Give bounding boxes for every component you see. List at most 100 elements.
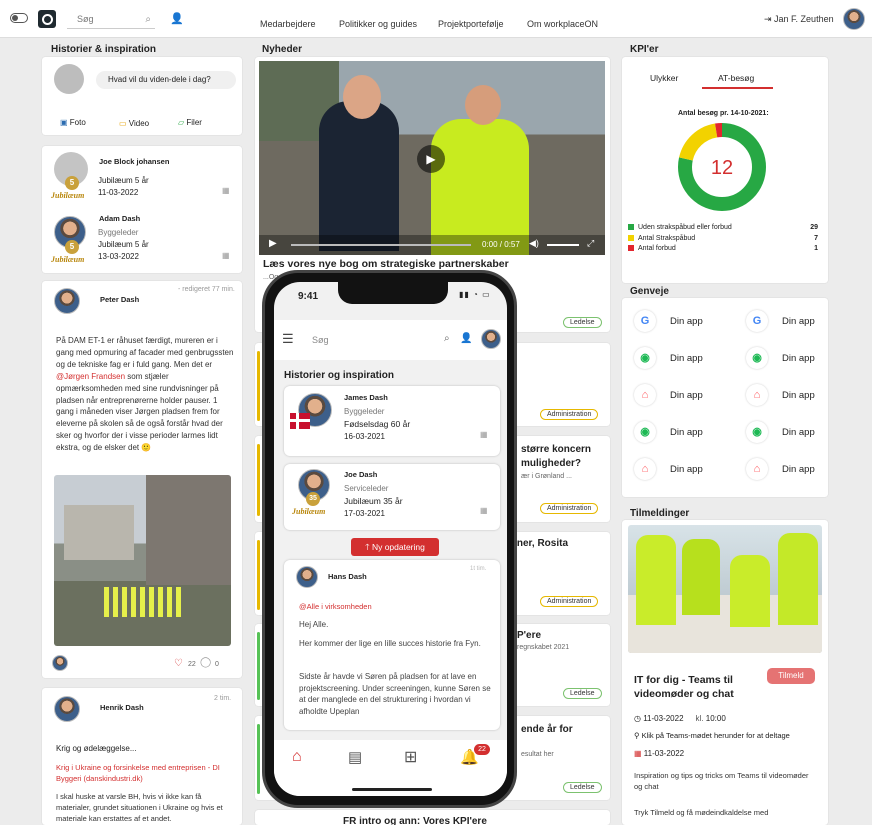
- shortcut-airbnb[interactable]: ⌂ Din app: [746, 458, 836, 482]
- play-control-icon[interactable]: ▶: [269, 238, 277, 249]
- nav-om-workplaceon[interactable]: Om workplaceON: [527, 19, 598, 29]
- comment-icon[interactable]: ◯: [200, 657, 211, 668]
- shortcut-airbnb[interactable]: ⌂ Din app: [746, 384, 836, 408]
- person-role: Serviceleder: [344, 484, 389, 493]
- shortcut-airbnb[interactable]: ⌂ Din app: [634, 458, 724, 482]
- signup-button[interactable]: Tilmeld: [767, 668, 815, 684]
- news-headline[interactable]: P'ere: [517, 630, 541, 641]
- fullscreen-icon[interactable]: ⤢: [587, 238, 594, 249]
- post-card: Henrik Dash 2 tim. Krig og ødelæggelse..…: [42, 688, 242, 825]
- menu-icon[interactable]: ☰: [282, 331, 294, 347]
- airbnb-icon: ⌂: [746, 458, 768, 480]
- phone-notch: [338, 282, 448, 304]
- person-name[interactable]: James Dash: [344, 393, 388, 402]
- grid-icon[interactable]: ▦: [480, 506, 488, 515]
- new-update-button[interactable]: 🡑 Ny opdatering: [351, 538, 439, 556]
- video-progress[interactable]: [291, 244, 471, 246]
- heart-icon[interactable]: ♡: [174, 658, 183, 669]
- nav-medarbejdere[interactable]: Medarbejdere: [260, 19, 316, 29]
- volume-icon[interactable]: ◀): [529, 238, 539, 249]
- files-button[interactable]: ▱ Filer: [178, 118, 202, 127]
- post-author[interactable]: Peter Dash: [100, 295, 139, 304]
- donut-value: 12: [711, 157, 733, 179]
- post-author[interactable]: Henrik Dash: [100, 703, 144, 712]
- category-badge[interactable]: Ledelse: [563, 782, 602, 793]
- composer-input[interactable]: Hvad vil du viden-dele i dag?: [96, 71, 236, 89]
- shortcut-spotify[interactable]: ◉ Din app: [746, 347, 836, 371]
- phone-search-input[interactable]: Søg: [312, 335, 329, 345]
- shortcut-airbnb[interactable]: ⌂ Din app: [634, 384, 724, 408]
- post-author[interactable]: Hans Dash: [328, 572, 367, 581]
- post-text: Hej Alle.: [299, 620, 329, 629]
- jubilee-date: 13-03-2022: [98, 252, 139, 261]
- news-headline[interactable]: større koncern muligheder?: [521, 443, 591, 471]
- news-headline[interactable]: Læs vores nye bog om strategiske partner…: [263, 258, 509, 270]
- phone-avatar[interactable]: [481, 329, 501, 349]
- nav-projektportefolje[interactable]: Projektportefølje: [438, 19, 504, 29]
- person-name[interactable]: Joe Block johansen: [99, 157, 169, 166]
- building-shape: [146, 475, 231, 585]
- grid-icon[interactable]: ▦: [222, 251, 230, 260]
- mention-link[interactable]: @Alle i virksomheden: [299, 602, 372, 611]
- shortcut-label: Din app: [782, 464, 815, 475]
- mention-link[interactable]: @Jørgen Frandsen: [56, 372, 125, 381]
- top-bar: Søg ⌕ 👤 Medarbejdere Politikker og guides…: [0, 0, 872, 38]
- grid-icon[interactable]: ▦: [480, 430, 488, 439]
- news-headline[interactable]: FR intro og ann: Vores KPI'ere: [343, 816, 487, 825]
- category-badge[interactable]: Administration: [540, 596, 599, 607]
- category-badge[interactable]: Ledelse: [563, 688, 602, 699]
- video-button[interactable]: ▭ Video: [119, 119, 149, 128]
- search-input[interactable]: Søg ⌕: [67, 11, 155, 29]
- donut-legend: Uden strakspåbud eller forbud 29 Antal St…: [628, 223, 818, 255]
- person-name[interactable]: Joe Dash: [344, 470, 377, 479]
- user-menu[interactable]: ⇥ Jan F. Zeuthen: [764, 14, 834, 25]
- tab-ulykker[interactable]: Ulykker: [650, 73, 678, 83]
- news-title: Nyheder: [262, 44, 303, 55]
- spotify-icon: ◉: [746, 347, 768, 369]
- event-image[interactable]: [628, 525, 822, 653]
- volume-slider[interactable]: [547, 244, 579, 246]
- phone-mockup: 9:41 ▮▮ ◔ ▭ ☰ Søg ⌕ 👤 Historier og inspi…: [262, 270, 517, 808]
- post-text: På DAM ET-1 er råhuset færdigt, mureren …: [56, 336, 234, 453]
- shortcut-spotify[interactable]: ◉ Din app: [634, 347, 724, 371]
- shortcuts-title: Genveje: [630, 286, 669, 297]
- grid-icon[interactable]: ▦: [222, 186, 230, 195]
- avatar: [54, 288, 80, 314]
- user-icon[interactable]: 👤: [170, 12, 184, 25]
- news-headline[interactable]: rner, Rosita: [513, 538, 568, 549]
- category-badge[interactable]: Administration: [540, 409, 599, 420]
- person-name[interactable]: Adam Dash: [99, 214, 140, 223]
- article-link[interactable]: Krig i Ukraine og forsinkelse med entrep…: [56, 762, 236, 784]
- shortcut-google[interactable]: G Din app: [634, 310, 724, 334]
- category-badge[interactable]: Ledelse: [563, 317, 602, 328]
- play-icon[interactable]: ▶: [417, 145, 445, 173]
- nav-politikker[interactable]: Politikker og guides: [339, 19, 417, 29]
- event-description: Inspiration og tips og tricks om Teams t…: [634, 771, 809, 791]
- category-badge[interactable]: Administration: [540, 503, 599, 514]
- theme-toggle[interactable]: [10, 13, 28, 23]
- workplaceon-logo[interactable]: [38, 10, 56, 28]
- shortcut-spotify[interactable]: ◉ Din app: [634, 421, 724, 445]
- tab-at-besog[interactable]: AT-besøg: [718, 73, 754, 83]
- video-player[interactable]: ▶ ▶ 0:00 / 0:57 ◀) ⤢: [259, 61, 605, 255]
- google-icon: G: [746, 310, 768, 332]
- search-icon[interactable]: ⌕: [444, 333, 450, 344]
- user-avatar[interactable]: [843, 8, 865, 30]
- user-icon[interactable]: 👤: [460, 333, 472, 344]
- event-description: Tryk Tilmeld og få mødeindkaldelse med: [634, 808, 769, 817]
- post-image[interactable]: [54, 475, 231, 646]
- shortcut-spotify[interactable]: ◉ Din app: [746, 421, 836, 445]
- worker-shape: [778, 533, 818, 625]
- phone-tabbar: ⌂ ▤ ⊞ 🔔 22: [274, 740, 507, 796]
- post-text: Krig og ødelæggelse...: [56, 744, 137, 753]
- avatar: [52, 655, 68, 671]
- home-icon[interactable]: ⌂: [292, 748, 302, 766]
- news-headline[interactable]: ende år for: [521, 724, 573, 735]
- news-icon[interactable]: ▤: [348, 748, 362, 766]
- apps-icon[interactable]: ⊞: [404, 747, 417, 767]
- event-title[interactable]: IT for dig - Teams til videomøder og cha…: [634, 673, 754, 701]
- phone-post-card: Hans Dash 1t tim. @Alle i virksomheden H…: [284, 560, 500, 730]
- shortcut-google[interactable]: G Din app: [746, 310, 836, 334]
- event-deadline: ▦ 11-03-2022: [634, 749, 685, 758]
- photo-button[interactable]: ▣ Foto: [60, 118, 86, 127]
